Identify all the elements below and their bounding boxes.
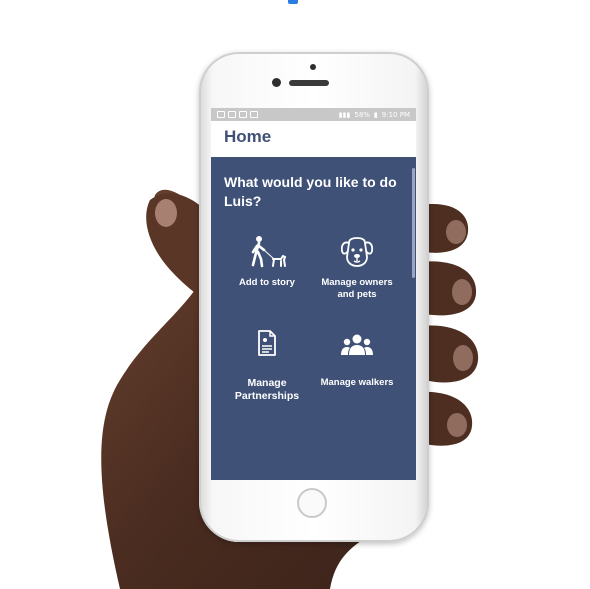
manage-partnerships-tile[interactable]: Manage Partnerships — [222, 329, 312, 403]
wifi-icon — [250, 111, 258, 118]
earpiece-speaker — [289, 80, 329, 86]
battery-level: 58% — [354, 110, 370, 119]
signal-icon: ▮▮▮ — [338, 110, 351, 119]
manage-owners-pets-tile[interactable]: Manage owners and pets — [312, 235, 402, 301]
front-camera — [272, 78, 281, 87]
message-icon — [217, 111, 225, 118]
phone-screen: ▮▮▮ 58% ▮ 9:10 PM Home What would you li… — [211, 108, 416, 480]
notification-icons — [217, 111, 258, 118]
image-icon — [228, 111, 236, 118]
clock: 9:10 PM — [381, 110, 410, 119]
status-right: ▮▮▮ 58% ▮ 9:10 PM — [339, 111, 410, 119]
dog-walker-icon — [251, 236, 287, 268]
action-panel: What would you like to do Luis? Add to s… — [211, 157, 416, 480]
tile-label: Manage walkers — [320, 377, 394, 388]
dog-face-icon — [340, 237, 374, 267]
scrollbar[interactable] — [412, 168, 415, 278]
greeting-question: What would you like to do Luis? — [224, 174, 397, 209]
tile-label: Manage owners and pets — [321, 277, 393, 300]
add-to-story-tile[interactable]: Add to story — [222, 235, 312, 289]
status-bar: ▮▮▮ 58% ▮ 9:10 PM — [211, 108, 416, 121]
home-button[interactable] — [297, 488, 327, 518]
battery-icon: ▮ — [373, 110, 378, 119]
group-icon — [341, 334, 373, 355]
tile-label: Add to story — [239, 277, 295, 288]
manage-walkers-tile[interactable]: Manage walkers — [312, 333, 402, 389]
page-title: Home — [224, 127, 272, 146]
proximity-sensor — [310, 64, 316, 70]
shield-icon — [239, 111, 247, 118]
document-icon — [258, 330, 276, 356]
tile-label: Manage Partnerships — [234, 377, 300, 402]
